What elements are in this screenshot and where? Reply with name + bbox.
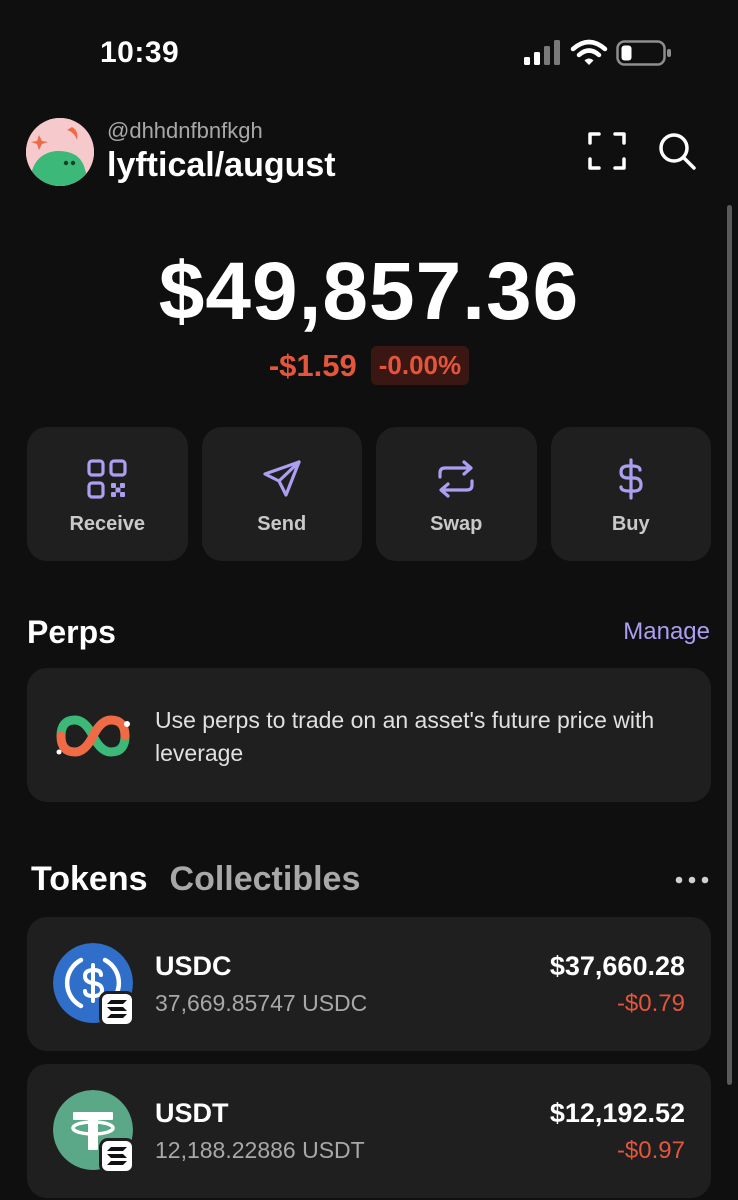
qr-code-icon bbox=[87, 459, 127, 499]
token-row-usdc[interactable]: USDC 37,669.85747 USDC $37,660.28 -$0.79 bbox=[27, 917, 711, 1051]
account-name[interactable]: lyftical/august bbox=[107, 146, 336, 185]
balance-change-row: -$1.59 -0.00% bbox=[0, 346, 738, 385]
total-balance: $49,857.36 bbox=[158, 246, 580, 337]
expand-frame-icon[interactable] bbox=[586, 130, 628, 172]
account-header: @dhhdnfbnfkgh lyftical/august bbox=[26, 110, 712, 190]
swap-arrows-icon bbox=[438, 460, 474, 498]
battery-low-icon bbox=[616, 40, 671, 66]
send-button[interactable]: Send bbox=[201, 427, 362, 561]
solana-badge-icon bbox=[99, 991, 135, 1027]
send-label: Send bbox=[257, 513, 307, 535]
token-amount: 12,188.22886 USDT bbox=[155, 1137, 365, 1163]
more-dots-icon[interactable] bbox=[672, 868, 712, 892]
balance-change-percent-badge: -0.00% bbox=[370, 346, 470, 385]
token-row-usdt[interactable]: USDT 12,188.22886 USDT $12,192.52 -$0.97 bbox=[27, 1064, 711, 1198]
token-value: $12,192.52 bbox=[549, 1098, 685, 1128]
perps-section-title: Perps bbox=[27, 614, 116, 650]
token-value: $37,660.28 bbox=[549, 951, 685, 981]
swap-label: Swap bbox=[430, 513, 483, 535]
asset-tabs: Tokens Collectibles bbox=[31, 860, 360, 899]
send-arrow-icon bbox=[263, 460, 301, 497]
perps-infinity-icon bbox=[56, 715, 130, 757]
perps-description: Use perps to trade on an asset's future … bbox=[155, 707, 655, 766]
perps-promo-card[interactable]: Use perps to trade on an asset's future … bbox=[27, 668, 711, 802]
avatar-icon[interactable] bbox=[26, 118, 94, 186]
receive-label: Receive bbox=[69, 513, 146, 535]
wifi-icon bbox=[570, 39, 608, 65]
search-icon[interactable] bbox=[656, 130, 698, 172]
token-name: USDC bbox=[155, 951, 232, 981]
dollar-icon bbox=[619, 458, 643, 500]
wallet-home-screen: 10:39 @dhhdnfbnfkgh lyftical/august $49,… bbox=[0, 0, 738, 1200]
status-bar: 10:39 bbox=[0, 0, 738, 100]
token-amount: 37,669.85747 USDC bbox=[155, 990, 368, 1016]
manage-link[interactable]: Manage bbox=[623, 618, 710, 646]
action-buttons: Receive Send Swap Buy bbox=[27, 427, 711, 561]
token-change: -$0.79 bbox=[616, 990, 685, 1017]
buy-label: Buy bbox=[611, 513, 650, 535]
tab-collectibles[interactable]: Collectibles bbox=[170, 860, 361, 899]
receive-button[interactable]: Receive bbox=[27, 427, 188, 561]
token-change: -$0.97 bbox=[616, 1137, 685, 1164]
solana-badge-icon bbox=[99, 1138, 135, 1174]
account-handle[interactable]: @dhhdnfbnfkgh bbox=[107, 118, 263, 144]
balance-change-value: -$1.59 bbox=[268, 347, 357, 383]
status-time: 10:39 bbox=[100, 36, 180, 69]
buy-button[interactable]: Buy bbox=[550, 427, 711, 561]
tab-tokens[interactable]: Tokens bbox=[31, 860, 148, 899]
swap-button[interactable]: Swap bbox=[376, 427, 537, 561]
cellular-signal-icon bbox=[524, 40, 560, 65]
token-name: USDT bbox=[155, 1098, 229, 1128]
